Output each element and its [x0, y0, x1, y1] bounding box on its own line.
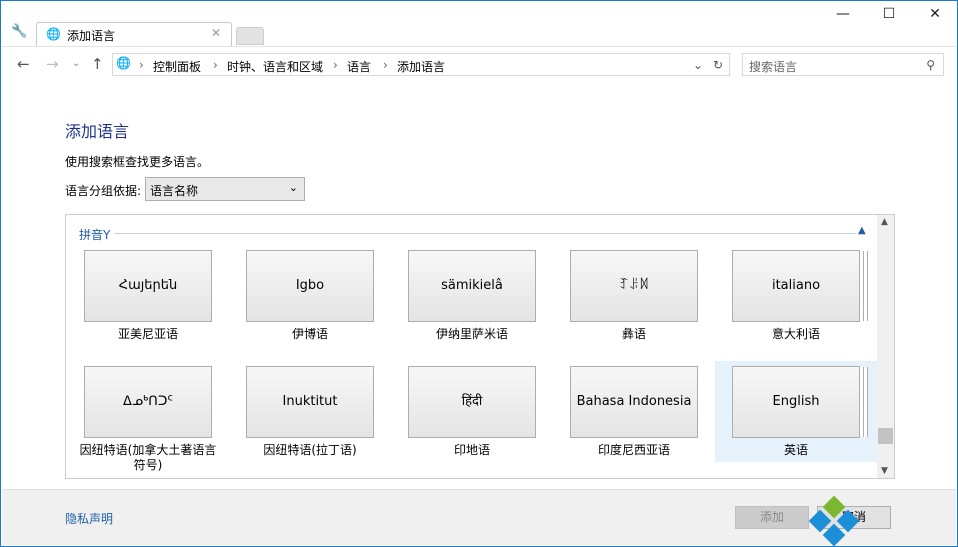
- close-tab-icon[interactable]: ✕: [211, 26, 221, 40]
- minimize-button[interactable]: —: [820, 6, 866, 28]
- group-by-value: 语言名称: [150, 184, 199, 198]
- language-tile[interactable]: ꆈꌠꉙ: [570, 250, 698, 322]
- group-divider: [114, 233, 856, 234]
- watermark-logo: [806, 493, 958, 547]
- language-name: 因纽特语(拉丁语): [263, 443, 357, 457]
- refresh-icon[interactable]: ↻: [713, 58, 723, 72]
- language-tile[interactable]: Inuktitut: [246, 366, 374, 438]
- breadcrumb-item[interactable]: 语言: [347, 58, 371, 75]
- language-item[interactable]: ᐃᓄᒃᑎᑐᑦ 因纽特语(加拿大土著语言符号): [67, 366, 229, 472]
- privacy-link[interactable]: 隐私声明: [65, 510, 113, 527]
- close-button[interactable]: ✕: [912, 6, 958, 28]
- chevron-right-icon: ›: [383, 58, 388, 72]
- language-name: 亚美尼亚语: [117, 327, 178, 341]
- scroll-down-icon[interactable]: ▼: [881, 466, 888, 476]
- language-name: 伊博语: [291, 327, 328, 341]
- chevron-down-icon[interactable]: ⌄: [693, 58, 703, 72]
- new-tab-button[interactable]: [236, 27, 264, 45]
- title-bar: 🔧 🌐 添加语言 ✕ — ☐ ✕: [2, 2, 956, 46]
- window: 🔧 🌐 添加语言 ✕ — ☐ ✕ ← → ⌄ ↑ 🌐 › 控制面板 › 时钟、语…: [0, 0, 958, 547]
- group-header: 拼音Y: [79, 228, 111, 242]
- search-input[interactable]: 搜索语言 ⚲: [742, 53, 944, 76]
- language-item[interactable]: Igbo 伊博语: [229, 250, 391, 350]
- group-by-label: 语言分组依据:: [65, 184, 142, 198]
- chevron-down-icon: ⌄: [288, 181, 298, 194]
- breadcrumb-item[interactable]: 时钟、语言和区域: [227, 58, 323, 75]
- navigation-bar: ← → ⌄ ↑ 🌐 › 控制面板 › 时钟、语言和区域 › 语言 › 添加语言 …: [2, 46, 956, 82]
- chevron-right-icon: ›: [139, 58, 144, 72]
- back-icon[interactable]: ←: [17, 55, 30, 73]
- group-by-select[interactable]: 语言名称 ⌄: [145, 177, 305, 201]
- language-tile[interactable]: हिंदी: [408, 366, 536, 438]
- collapse-icon[interactable]: ▲: [858, 225, 866, 236]
- recent-dropdown-icon[interactable]: ⌄: [72, 58, 80, 69]
- language-list: 拼音Y ▲ Հայերեն 亚美尼亚语 Igbo 伊博语 sämikielâ 伊纳里萨米语…: [65, 214, 895, 479]
- scroll-up-icon[interactable]: ▲: [881, 217, 888, 227]
- chevron-right-icon: ›: [333, 58, 338, 72]
- address-bar[interactable]: 🌐 › 控制面板 › 时钟、语言和区域 › 语言 › 添加语言 ⌄ ↻: [112, 53, 730, 76]
- search-placeholder: 搜索语言: [749, 60, 798, 74]
- language-item[interactable]: Հայերեն 亚美尼亚语: [67, 250, 229, 350]
- language-globe-icon: 🌐: [116, 56, 131, 70]
- tab-label: 添加语言: [67, 29, 116, 43]
- language-item[interactable]: ꆈꌠꉙ 彝语: [553, 250, 715, 350]
- language-item[interactable]: italiano 意大利语: [715, 250, 877, 350]
- search-icon[interactable]: ⚲: [926, 58, 935, 72]
- language-name: 英语: [783, 443, 808, 457]
- language-item[interactable]: sämikielâ 伊纳里萨米语: [391, 250, 553, 350]
- language-tile[interactable]: ᐃᓄᒃᑎᑐᑦ: [84, 366, 212, 438]
- language-tile[interactable]: sämikielâ: [408, 250, 536, 322]
- language-name: 伊纳里萨米语: [435, 327, 508, 341]
- scrollbar[interactable]: ▲ ▼: [877, 215, 894, 478]
- language-name: 意大利语: [771, 327, 820, 341]
- up-icon[interactable]: ↑: [91, 55, 104, 73]
- language-item[interactable]: English 英语: [715, 361, 877, 462]
- maximize-button[interactable]: ☐: [866, 6, 912, 28]
- language-name: 印地语: [453, 443, 490, 457]
- tab-add-language[interactable]: 🌐 添加语言 ✕: [36, 22, 232, 46]
- wrench-icon[interactable]: 🔧: [11, 24, 27, 39]
- language-tile[interactable]: Հայերեն: [84, 250, 212, 322]
- language-globe-icon: 🌐: [46, 27, 61, 41]
- page-title: 添加语言: [65, 122, 130, 141]
- forward-icon[interactable]: →: [46, 55, 59, 73]
- page-description: 使用搜索框查找更多语言。: [65, 155, 210, 169]
- breadcrumb-item[interactable]: 添加语言: [397, 58, 445, 75]
- scrollbar-thumb[interactable]: [878, 428, 893, 444]
- language-tile[interactable]: Bahasa Indonesia: [570, 366, 698, 438]
- language-item[interactable]: हिंदी 印地语: [391, 366, 553, 466]
- language-tile[interactable]: italiano: [732, 250, 860, 322]
- language-name: 印度尼西亚语: [597, 443, 670, 457]
- language-name: 彝语: [621, 327, 646, 341]
- add-button[interactable]: 添加: [735, 506, 809, 529]
- language-name: 因纽特语(加拿大土著语言符号): [79, 443, 217, 472]
- language-item[interactable]: Inuktitut 因纽特语(拉丁语): [229, 366, 391, 466]
- language-tile[interactable]: Igbo: [246, 250, 374, 322]
- language-item[interactable]: Bahasa Indonesia 印度尼西亚语: [553, 366, 715, 466]
- breadcrumb-item[interactable]: 控制面板: [153, 58, 201, 75]
- language-tile[interactable]: English: [732, 366, 860, 438]
- chevron-right-icon: ›: [213, 58, 218, 72]
